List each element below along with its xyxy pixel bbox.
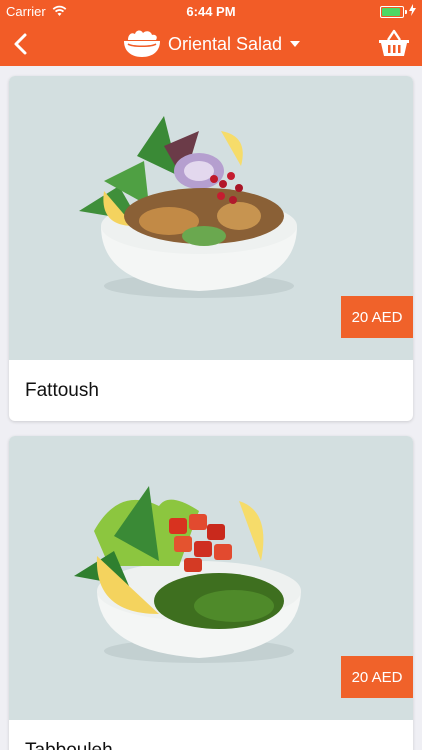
product-card[interactable]: 20 AED Fattoush xyxy=(9,76,413,421)
status-bar: Carrier 6:44 PM xyxy=(0,0,422,22)
battery-level xyxy=(382,8,400,16)
product-list[interactable]: 20 AED Fattoush 20 AED Tabbouleh xyxy=(0,66,422,750)
caret-down-icon xyxy=(290,41,301,47)
salad-bowl-icon xyxy=(123,30,160,57)
product-image: 20 AED xyxy=(9,76,413,360)
category-selector[interactable]: Oriental Salad xyxy=(0,22,422,66)
product-name: Tabbouleh xyxy=(25,739,113,750)
price-badge: 20 AED xyxy=(341,656,413,698)
clock: 6:44 PM xyxy=(186,4,236,19)
battery-icon xyxy=(380,6,407,18)
navigation-bar: Oriental Salad xyxy=(0,22,422,66)
product-name: Fattoush xyxy=(25,379,99,401)
product-card[interactable]: 20 AED Tabbouleh xyxy=(9,436,413,750)
price-badge: 20 AED xyxy=(341,296,413,338)
page-title: Oriental Salad xyxy=(167,33,283,54)
basket-icon[interactable] xyxy=(378,28,410,58)
product-image: 20 AED xyxy=(9,436,413,720)
charging-icon xyxy=(409,4,416,16)
